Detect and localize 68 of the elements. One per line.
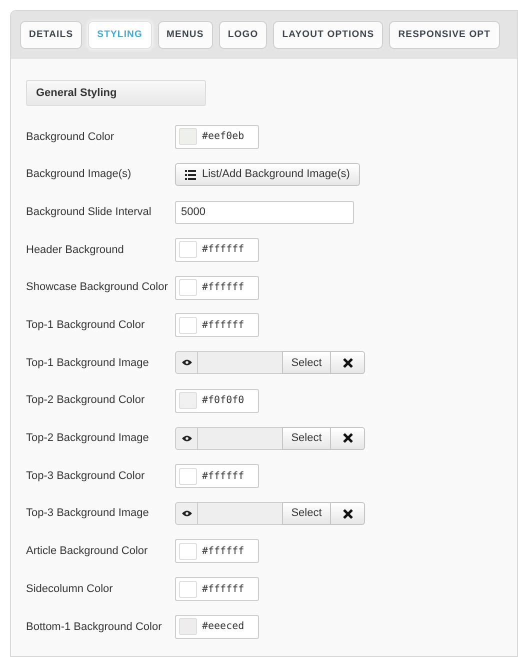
color-swatch[interactable] [179,542,197,560]
field-label: Background Slide Interval [26,204,152,220]
color-field[interactable]: #ffffff [175,238,259,262]
tab[interactable]: LAYOUT OPTIONS [273,21,384,49]
field-label: Top-3 Background Color [26,468,146,484]
color-value: #eeeced [202,620,244,634]
list-images-button[interactable]: List/Add Background Image(s) [175,163,360,186]
tab[interactable]: DETAILS [20,21,82,49]
field-label: Sidecolumn Color [26,582,114,597]
field-label: Top-2 Background Image [26,431,150,446]
color-field[interactable]: #ffffff [175,539,259,564]
field-label: Top-2 Background Color [26,393,146,408]
color-swatch[interactable] [179,392,197,410]
color-swatch[interactable] [179,618,197,636]
select-button[interactable]: Select [282,502,331,526]
color-field[interactable]: #ffffff [175,577,259,602]
field-label: Header Background [26,242,125,258]
color-value: #ffffff [202,544,244,559]
color-field[interactable]: #ffffff [175,276,259,300]
color-swatch[interactable] [179,580,197,598]
field-label: Article Background Color [26,544,149,560]
tab[interactable]: MENUS [158,21,213,49]
color-swatch[interactable] [179,241,197,258]
color-value: #f0f0f0 [202,394,244,408]
color-field[interactable]: #ffffff [175,313,259,338]
color-swatch[interactable] [179,468,197,485]
field-label: Background Image(s) [26,167,132,182]
color-value: #ffffff [202,243,244,258]
eye-icon [182,359,192,366]
select-button[interactable]: Select [282,426,331,450]
field-label: Top-1 Background Color [26,318,146,334]
color-field[interactable]: #ffffff [175,464,259,488]
list-icon [185,170,196,180]
close-icon [342,358,352,368]
color-field[interactable]: #f0f0f0 [175,388,259,413]
image-path-field[interactable] [198,426,282,450]
select-button[interactable]: Select [282,351,331,374]
color-field[interactable]: #eef0eb [175,124,259,149]
tab[interactable]: RESPONSIVE OPT [389,21,500,49]
eye-icon [182,434,192,442]
section-header: General Styling [26,80,206,106]
color-value: #ffffff [202,582,244,597]
field-label: Top-1 Background Image [26,356,150,371]
clear-button[interactable] [331,502,365,526]
preview-button[interactable] [175,502,198,526]
color-swatch[interactable] [179,128,197,146]
close-icon [342,433,352,444]
color-value: #ffffff [202,318,244,333]
close-icon [342,508,352,519]
color-value: #ffffff [202,470,244,484]
eye-icon [182,510,192,518]
color-value: #eef0eb [202,130,244,144]
clear-button[interactable] [331,426,365,450]
field-label: Bottom-1 Background Color [26,620,163,635]
field-label: Showcase Background Color [26,280,169,296]
preview-button[interactable] [175,351,198,374]
clear-button[interactable] [331,351,365,374]
color-field[interactable]: #eeeced [175,614,259,639]
field-label: Background Color [26,130,116,145]
color-swatch[interactable] [179,316,197,334]
preview-button[interactable] [175,426,198,450]
image-path-field[interactable] [198,351,282,374]
text-field[interactable]: 5000 [175,200,354,224]
field-label: Top-3 Background Image [26,506,150,522]
color-value: #ffffff [202,281,244,296]
image-path-field[interactable] [198,502,282,526]
color-swatch[interactable] [179,279,197,296]
tab[interactable]: LOGO [218,21,268,49]
